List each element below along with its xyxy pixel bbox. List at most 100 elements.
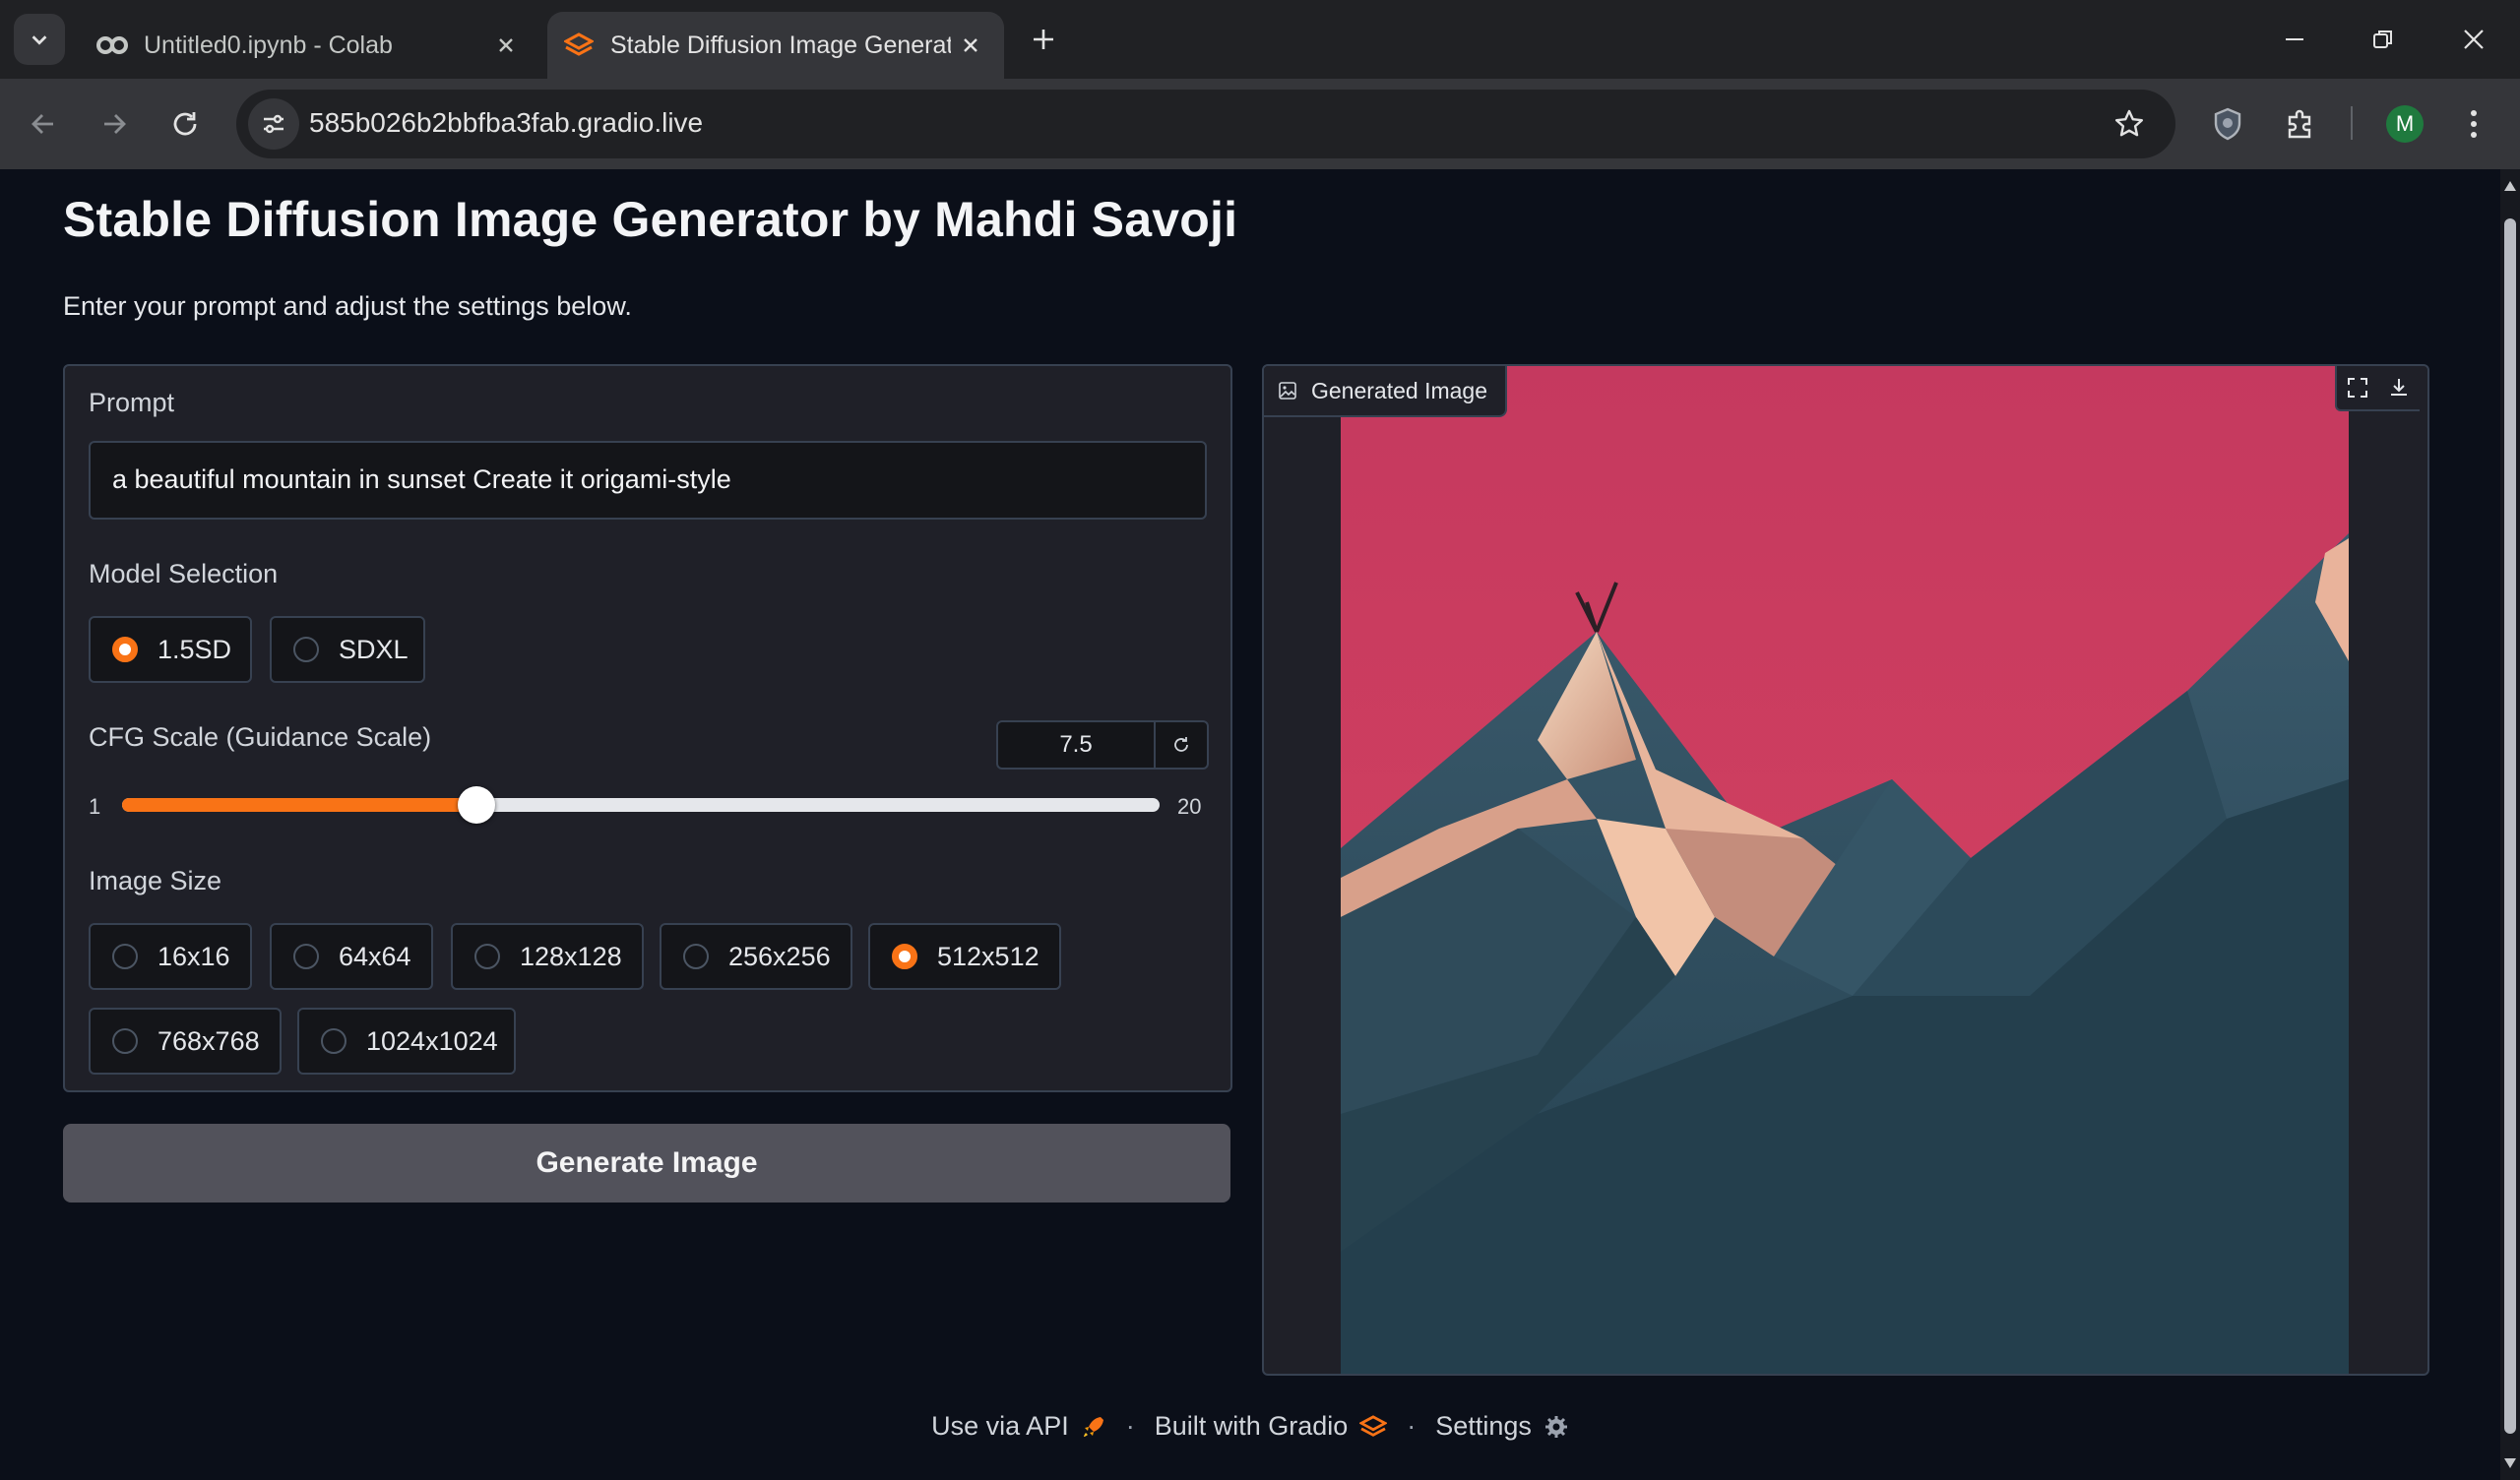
page-subtitle: Enter your prompt and adjust the setting… [63,291,632,321]
site-info-icon[interactable] [248,98,299,150]
tab-title: Stable Diffusion Image Generator by Mahd… [610,31,951,59]
close-icon[interactable] [951,26,990,65]
radio-size-768x768[interactable]: 768x768 [89,1008,282,1075]
browser-toolbar: 585b026b2bbfba3fab.gradio.live M [0,79,2520,169]
restore-icon [2373,31,2392,48]
page-title: Stable Diffusion Image Generator by Mahd… [63,192,1238,247]
tab-search-button[interactable] [14,14,65,65]
footer-separator: · [1407,1411,1417,1441]
colab-icon [94,28,130,63]
generated-image-label: Generated Image [1264,366,1508,417]
scroll-down-arrow[interactable] [2504,1458,2516,1468]
radio-size-16x16[interactable]: 16x16 [89,923,252,990]
minimize-icon [2286,38,2303,40]
arrow-left-icon [32,114,53,134]
scroll-up-arrow[interactable] [2504,181,2516,191]
radio-size-512x512[interactable]: 512x512 [868,923,1061,990]
radio-dot [474,944,500,969]
radio-dot [683,944,709,969]
image-toolbar [2335,366,2420,411]
radio-size-128x128[interactable]: 128x128 [451,923,644,990]
slider-min-label: 1 [89,794,101,819]
radio-label: 1024x1024 [366,1025,498,1056]
footer: Use via API · Built with Gradio · Settin… [0,1411,2500,1442]
close-icon[interactable] [486,26,526,65]
radio-dot [293,637,319,662]
tab-colab[interactable]: Untitled0.ipynb - Colab [81,12,539,79]
close-window-button[interactable] [2439,10,2508,69]
gradio-icon [561,28,597,63]
back-button[interactable] [18,98,69,150]
browser-tab-strip: Untitled0.ipynb - Colab Stable Diffusion… [0,0,2520,79]
radio-size-256x256[interactable]: 256x256 [660,923,852,990]
close-icon [2464,30,2484,49]
toolbar-divider [2351,106,2353,140]
reload-button[interactable] [159,98,211,150]
shield-extension-icon[interactable] [2205,101,2250,147]
cfg-scale-label: CFG Scale (Guidance Scale) [89,722,432,752]
url-text: 585b026b2bbfba3fab.gradio.live [309,107,704,138]
extensions-puzzle-icon[interactable] [2278,101,2323,147]
radio-size-64x64[interactable]: 64x64 [270,923,433,990]
radio-label: SDXL [339,634,409,664]
generate-image-button[interactable]: Generate Image [63,1124,1230,1202]
generated-image-label-text: Generated Image [1311,377,1488,403]
slider-max-label: 20 [1177,794,1202,819]
reset-icon[interactable] [1156,722,1207,768]
slider-thumb[interactable] [458,786,496,824]
page-scrollbar[interactable] [2500,169,2520,1480]
prompt-value: a beautiful mountain in sunset Create it… [112,464,731,494]
download-icon[interactable] [2378,366,2420,409]
model-selection-label: Model Selection [89,559,279,588]
restore-button[interactable] [2349,10,2418,69]
radio-dot [112,637,138,662]
kebab-menu-icon[interactable] [2451,101,2496,147]
gradio-logo-icon [1359,1414,1388,1439]
radio-dot [321,1028,346,1054]
image-size-label: Image Size [89,866,222,895]
prompt-input[interactable]: a beautiful mountain in sunset Create it… [89,441,1207,520]
radio-model-sdxl[interactable]: SDXL [270,616,425,683]
tab-title: Untitled0.ipynb - Colab [144,31,393,59]
plus-icon [1034,30,1053,49]
fullscreen-icon[interactable] [2337,366,2378,409]
settings-link[interactable]: Settings [1435,1411,1532,1442]
image-icon [1278,381,1297,401]
radio-label: 128x128 [520,941,622,971]
profile-avatar[interactable]: M [2386,105,2424,143]
radio-label: 16x16 [158,941,230,971]
new-tab-button[interactable] [1024,18,1063,61]
prompt-label: Prompt [89,388,175,417]
radio-dot [112,1028,138,1054]
use-via-api-link[interactable]: Use via API [931,1411,1069,1442]
bookmark-star-icon[interactable] [2109,103,2150,145]
cfg-number-input[interactable]: 7.5 [996,720,1209,770]
radio-size-1024x1024[interactable]: 1024x1024 [297,1008,516,1075]
settings-panel: Prompt a beautiful mountain in sunset Cr… [63,364,1232,1092]
radio-dot [112,944,138,969]
cfg-value[interactable]: 7.5 [998,722,1156,768]
radio-model-1-5sd[interactable]: 1.5SD [89,616,252,683]
radio-label: 64x64 [339,941,411,971]
radio-label: 256x256 [728,941,831,971]
tab-gradio[interactable]: Stable Diffusion Image Generator by Mahd… [547,12,1004,79]
radio-dot [892,944,917,969]
radio-label: 1.5SD [158,634,232,664]
built-with-gradio-link[interactable]: Built with Gradio [1155,1411,1349,1442]
gear-icon [1544,1414,1569,1440]
generated-image[interactable] [1341,366,2349,1374]
generated-image-panel: Generated Image [1262,364,2429,1376]
chevron-down-icon [32,35,47,45]
forward-button[interactable] [89,98,140,150]
radio-label: 768x768 [158,1025,260,1056]
gradio-app: Stable Diffusion Image Generator by Mahd… [0,169,2500,1480]
radio-label: 512x512 [937,941,1040,971]
reload-icon [173,112,197,136]
radio-dot [293,944,319,969]
rocket-icon [1081,1414,1106,1440]
address-bar[interactable]: 585b026b2bbfba3fab.gradio.live [236,90,2175,158]
footer-separator: · [1125,1411,1135,1441]
cfg-slider[interactable] [122,786,1160,824]
scrollbar-thumb[interactable] [2504,218,2516,1434]
minimize-button[interactable] [2260,10,2329,69]
